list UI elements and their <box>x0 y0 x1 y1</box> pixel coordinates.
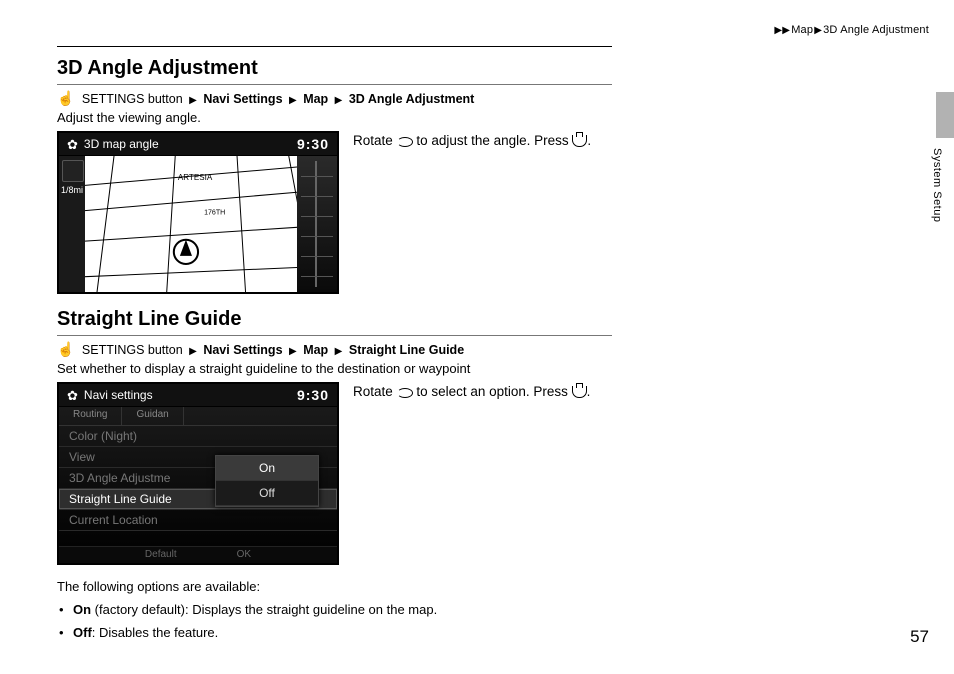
option-on-line: On (factory default): Displays the strai… <box>59 602 612 617</box>
instruction-3d-angle: Rotate to adjust the angle. Press . <box>353 131 591 151</box>
map-label-176th: 176TH <box>204 210 225 217</box>
instr-end: . <box>587 133 591 148</box>
screenshot1-title: 3D map angle <box>84 138 159 150</box>
menu-row-current-location: Current Location <box>59 510 337 531</box>
option-off: Off <box>216 481 318 506</box>
path-map: Map <box>303 343 328 357</box>
option-off-text: : Disables the feature. <box>92 625 218 640</box>
nav-path-3d-angle: ☝ SETTINGS button ▶ Navi Settings ▶ Map … <box>57 91 612 106</box>
breadcrumb: ▶▶Map▶3D Angle Adjustment <box>773 24 929 36</box>
option-off-line: Off: Disables the feature. <box>59 625 612 640</box>
path-sep-icon: ▶ <box>289 95 297 106</box>
menu-row-color-night: Color (Night) <box>59 426 337 447</box>
instr-middle: to select an option. Press <box>416 384 568 399</box>
nav-path-straight-line: ☝ SETTINGS button ▶ Navi Settings ▶ Map … <box>57 342 612 357</box>
path-settings-button: SETTINGS button <box>82 92 183 106</box>
option-on: On <box>216 456 318 481</box>
hand-icon: ☝ <box>57 341 74 357</box>
lead-text-2: Set whether to display a straight guidel… <box>57 361 612 376</box>
map-label-artesia: ARTESIA <box>178 173 213 182</box>
option-on-label: On <box>73 602 91 617</box>
rotate-dial-icon <box>397 135 413 147</box>
page-number: 57 <box>910 627 929 647</box>
path-settings-button: SETTINGS button <box>82 343 183 357</box>
path-sep-icon: ▶ <box>189 95 197 106</box>
breadcrumb-page: 3D Angle Adjustment <box>823 24 929 36</box>
tab-guidance: Guidan <box>122 407 183 425</box>
screenshot2-title: Navi settings <box>84 389 153 401</box>
path-leaf: 3D Angle Adjustment <box>349 92 474 106</box>
options-intro: The following options are available: <box>57 579 612 594</box>
path-map: Map <box>303 92 328 106</box>
options-list: On (factory default): Displays the strai… <box>59 602 612 640</box>
screenshot-3d-map-angle: ✿ 3D map angle 9:30 1/8mi <box>57 131 339 294</box>
footer-ok: OK <box>237 547 251 563</box>
screenshot1-scale: 1/8mi <box>61 186 83 195</box>
screenshot1-clock: 9:30 <box>297 137 329 151</box>
breadcrumb-arrows-icon: ▶▶ <box>774 25 790 36</box>
path-sep-icon: ▶ <box>289 346 297 357</box>
option-popup: On Off <box>215 455 319 507</box>
side-index-tab <box>936 92 954 138</box>
press-button-icon <box>572 386 587 398</box>
gear-icon: ✿ <box>67 138 78 151</box>
press-button-icon <box>572 135 587 147</box>
path-navi-settings: Navi Settings <box>203 343 282 357</box>
instr-end: . <box>587 384 591 399</box>
path-navi-settings: Navi Settings <box>203 92 282 106</box>
hand-icon: ☝ <box>57 90 74 106</box>
path-sep-icon: ▶ <box>335 346 343 357</box>
path-leaf: Straight Line Guide <box>349 343 464 357</box>
rotate-dial-icon <box>397 386 413 398</box>
path-sep-icon: ▶ <box>189 346 197 357</box>
tab-routing: Routing <box>59 407 122 425</box>
screenshot-navi-settings: ✿ Navi settings 9:30 Routing Guidan Color… <box>57 382 339 565</box>
path-sep-icon: ▶ <box>335 95 343 106</box>
instr-rotate-word: Rotate <box>353 384 393 399</box>
instr-middle: to adjust the angle. Press <box>416 133 568 148</box>
gear-icon: ✿ <box>67 389 78 402</box>
option-on-text: (factory default): Displays the straight… <box>91 602 437 617</box>
breadcrumb-sep-icon: ▶ <box>814 25 822 36</box>
footer-default: Default <box>145 547 177 563</box>
lead-text: Adjust the viewing angle. <box>57 110 612 125</box>
option-off-label: Off <box>73 625 92 640</box>
instruction-straight-line: Rotate to select an option. Press . <box>353 382 590 402</box>
instr-rotate-word: Rotate <box>353 133 393 148</box>
section-title-straight-line: Straight Line Guide <box>57 308 612 336</box>
screenshot2-clock: 9:30 <box>297 388 329 402</box>
side-section-label: System Setup <box>931 148 943 222</box>
breadcrumb-map: Map <box>791 24 813 36</box>
section-title-3d-angle: 3D Angle Adjustment <box>57 57 612 85</box>
